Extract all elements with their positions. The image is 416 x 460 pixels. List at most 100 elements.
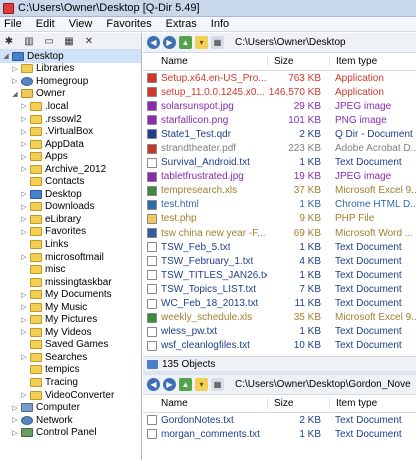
tree-item[interactable]: Links (0, 238, 141, 251)
expander-icon[interactable]: ▷ (20, 353, 28, 361)
file-row[interactable]: setup_11.0.0.1245.x0... 146,570 KB Applica… (143, 85, 416, 99)
file-row[interactable]: test.php 9 KB PHP File (143, 212, 416, 226)
file-row[interactable]: tabletfrustrated.jpg 19 KB JPEG image (143, 170, 416, 184)
tree-item[interactable]: missingtaskbar (0, 276, 141, 289)
column-type[interactable]: Item type (329, 398, 416, 409)
expander-icon[interactable]: ▷ (20, 102, 28, 110)
tree-item[interactable]: ▷ Searches (0, 351, 141, 364)
file-row[interactable]: wsf_cleanlogfiles.txt 10 KB Text Document (143, 339, 416, 353)
expander-icon[interactable]: ▷ (20, 391, 28, 399)
tree-item[interactable]: ▷ Control Panel (0, 426, 141, 439)
tree-item[interactable]: ▷ .rssowl2 (0, 113, 141, 126)
expander-icon[interactable]: ▷ (11, 404, 19, 412)
column-size[interactable]: Size (267, 398, 329, 409)
properties-icon[interactable]: ▦ (62, 35, 76, 48)
tree-item[interactable]: misc (0, 263, 141, 276)
expander-icon[interactable]: ◢ (11, 90, 19, 98)
menu-file[interactable]: File (4, 18, 22, 30)
tree-item[interactable]: ▷ Libraries (0, 63, 141, 76)
file-row[interactable]: test.html 1 KB Chrome HTML D... (143, 198, 416, 212)
tree-item[interactable]: Saved Games (0, 339, 141, 352)
view-mode-icon[interactable]: ▦ (211, 378, 224, 391)
file-row[interactable]: starfallicon.png 101 KB PNG image (143, 113, 416, 127)
tree-item[interactable]: ▷ Downloads (0, 201, 141, 214)
tree-item[interactable]: ▷ .VirtualBox (0, 125, 141, 138)
expander-icon[interactable]: ▷ (11, 416, 19, 424)
expander-icon[interactable]: ◢ (2, 52, 10, 60)
tree-item[interactable]: ▷ .local (0, 100, 141, 113)
folder-menu-icon[interactable]: ▾ (195, 36, 208, 49)
menu-edit[interactable]: Edit (36, 18, 55, 30)
forward-icon[interactable]: ▶ (163, 36, 176, 49)
menu-favorites[interactable]: Favorites (106, 18, 151, 30)
expander-icon[interactable]: ▷ (20, 115, 28, 123)
up-folder-icon[interactable]: ▲ (179, 36, 192, 49)
tree-item[interactable]: tempics (0, 364, 141, 377)
tree-item[interactable]: ▷ Favorites (0, 226, 141, 239)
column-size[interactable]: Size (267, 56, 329, 67)
view-mode-icon[interactable]: ▦ (211, 36, 224, 49)
expander-icon[interactable]: ▷ (20, 153, 28, 161)
tree-item[interactable]: ▷ eLibrary (0, 213, 141, 226)
file-row[interactable]: tsw china new year -F... 69 KB Microsoft W… (143, 226, 416, 240)
file-row[interactable]: TSW_Topics_LIST.txt 7 KB Text Document (143, 282, 416, 296)
tree-item[interactable]: ▷ microsoftmail (0, 251, 141, 264)
back-icon[interactable]: ◀ (147, 378, 160, 391)
file-row[interactable]: strandtheater.pdf 223 KB Adobe Acrobat D..… (143, 141, 416, 155)
expander-icon[interactable]: ▷ (20, 165, 28, 173)
file-row[interactable]: solarsunspot.jpg 29 KB JPEG image (143, 99, 416, 113)
file-row[interactable]: weekly_schedule.xls 35 KB Microsoft Excel … (143, 311, 416, 325)
tree-item[interactable]: ▷ Desktop (0, 188, 141, 201)
column-name[interactable]: Name (143, 398, 267, 409)
tree-item[interactable]: ◢ Owner (0, 88, 141, 101)
expander-icon[interactable]: ▷ (20, 215, 28, 223)
tree-item[interactable]: ◢ Desktop (0, 50, 141, 63)
tree-options-icon[interactable]: ✱ (2, 35, 16, 48)
tree-item[interactable]: ▷ My Music (0, 301, 141, 314)
menu-info[interactable]: Info (211, 18, 229, 30)
expander-icon[interactable]: ▷ (20, 140, 28, 148)
file-row[interactable]: State1_Test.qdr 2 KB Q Dir - Document (143, 127, 416, 141)
tree-item[interactable]: ▷ AppData (0, 138, 141, 151)
file-row[interactable]: TSW_Feb_5.txt 1 KB Text Document (143, 240, 416, 254)
tree-item[interactable]: ▷ Computer (0, 401, 141, 414)
tree-item[interactable]: ▷ Homegroup (0, 75, 141, 88)
folder-menu-icon[interactable]: ▾ (195, 378, 208, 391)
bottom-address[interactable]: C:\Users\Owner\Desktop\Gordon_Nove (235, 379, 411, 390)
file-row[interactable]: Survival_Android.txt 1 KB Text Document (143, 156, 416, 170)
tree-item[interactable]: ▷ VideoConverter (0, 389, 141, 402)
file-row[interactable]: TSW_February_1.txt 4 KB Text Document (143, 254, 416, 268)
expander-icon[interactable]: ▷ (20, 228, 28, 236)
tree-item[interactable]: ▷ My Videos (0, 326, 141, 339)
up-folder-icon[interactable]: ▲ (179, 378, 192, 391)
menu-view[interactable]: View (69, 18, 93, 30)
file-row[interactable]: Setup.x64.en-US_Pro... 763 KB Application (143, 71, 416, 85)
file-row[interactable]: tempresearch.xls 37 KB Microsoft Excel 9..… (143, 184, 416, 198)
column-type[interactable]: Item type (329, 56, 416, 67)
file-row[interactable]: GordonNotes.txt 2 KB Text Document (143, 413, 416, 427)
new-doc-icon[interactable]: ▭ (42, 35, 56, 48)
tree-item[interactable]: ▷ Apps (0, 150, 141, 163)
expander-icon[interactable]: ▷ (11, 65, 19, 73)
layout-icon[interactable]: ▥ (22, 35, 36, 48)
menu-extras[interactable]: Extras (166, 18, 197, 30)
back-icon[interactable]: ◀ (147, 36, 160, 49)
expander-icon[interactable]: ▷ (20, 190, 28, 198)
tree-item[interactable]: ▷ Network (0, 414, 141, 427)
file-row[interactable]: wless_pw.txt 1 KB Text Document (143, 325, 416, 339)
expander-icon[interactable]: ▷ (11, 77, 19, 85)
tree-item[interactable]: Tracing (0, 376, 141, 389)
file-row[interactable]: TSW_TITLES_JAN26.txt 1 KB Text Document (143, 268, 416, 282)
expander-icon[interactable]: ▷ (20, 203, 28, 211)
expander-icon[interactable]: ▷ (20, 128, 28, 136)
forward-icon[interactable]: ▶ (163, 378, 176, 391)
expander-icon[interactable]: ▷ (20, 253, 28, 261)
top-address[interactable]: C:\Users\Owner\Desktop (235, 37, 346, 48)
tree-item[interactable]: ▷ My Documents (0, 288, 141, 301)
close-icon[interactable]: ✕ (82, 35, 96, 48)
column-name[interactable]: Name (143, 56, 267, 67)
expander-icon[interactable]: ▷ (20, 291, 28, 299)
file-row[interactable]: morgan_comments.txt 1 KB Text Document (143, 427, 416, 441)
tree-item[interactable]: Contacts (0, 175, 141, 188)
tree-item[interactable]: ▷ My Pictures (0, 313, 141, 326)
